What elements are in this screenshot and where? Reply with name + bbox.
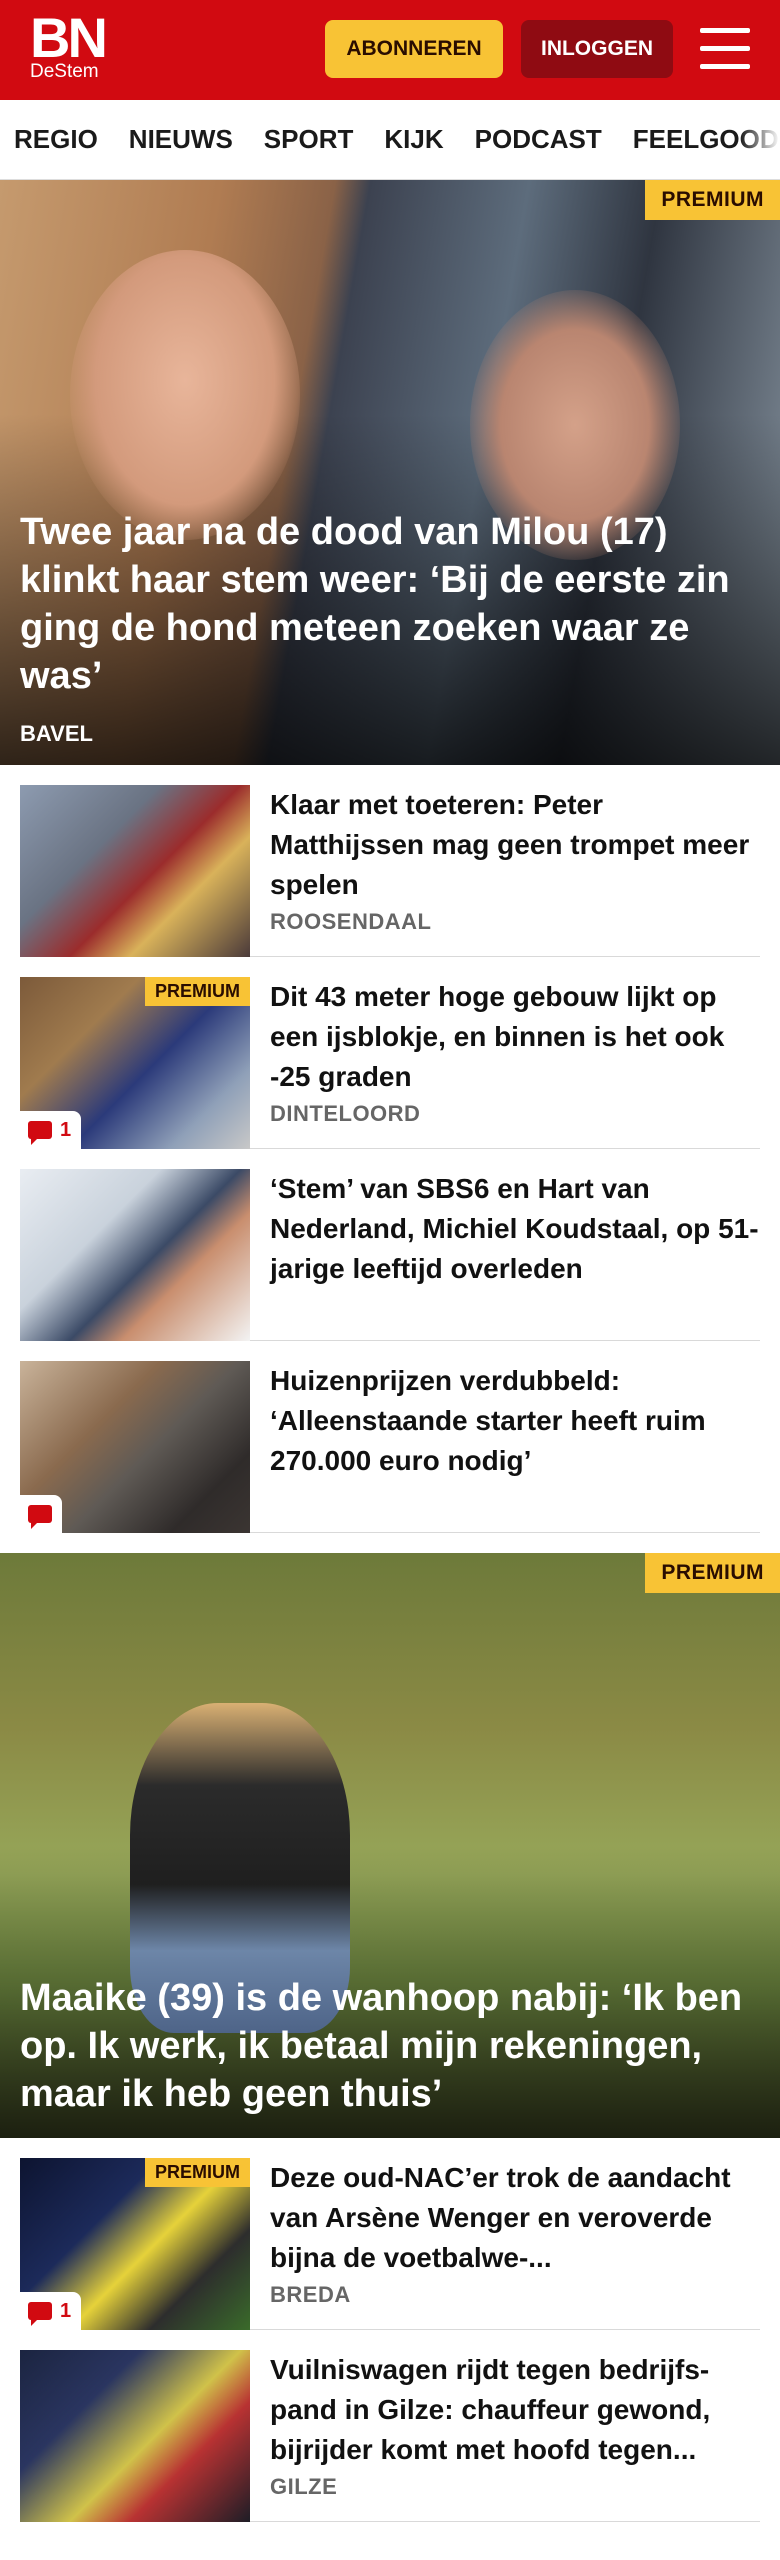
- hero-article[interactable]: PREMIUM Maaike (39) is de wanhoop nabij:…: [0, 1553, 780, 2138]
- article-title[interactable]: Dit 43 meter hoge gebouw lijkt op een ij…: [270, 977, 760, 1097]
- article-thumbnail: [20, 2350, 250, 2522]
- hero-photo-girl: [70, 250, 300, 540]
- list-item[interactable]: Huizenprijzen verdubbeld: ‘Alleenstaande…: [20, 1341, 760, 1533]
- premium-badge: PREMIUM: [645, 1553, 780, 1593]
- article-location: ROOSENDAAL: [270, 909, 432, 934]
- article-list: Klaar met toeteren: Peter Matthijssen ma…: [0, 765, 780, 1533]
- article-thumbnail: PREMIUM 1: [20, 2158, 250, 2330]
- premium-badge: PREMIUM: [145, 977, 250, 1006]
- article-title[interactable]: Klaar met toeteren: Peter Matthijssen ma…: [270, 785, 760, 905]
- article-thumbnail: [20, 1169, 250, 1341]
- comment-counter[interactable]: [20, 1495, 62, 1533]
- subscribe-button[interactable]: ABONNEREN: [325, 20, 503, 78]
- article-title[interactable]: Deze oud-NAC’er trok de aandacht van Ars…: [270, 2158, 760, 2278]
- nav-fade: [740, 100, 780, 179]
- article-title[interactable]: ‘Stem’ van SBS6 en Hart van Nederland, M…: [270, 1169, 760, 1289]
- logo-main: BN: [30, 6, 108, 69]
- comment-count: 1: [60, 1118, 72, 1141]
- list-item[interactable]: Klaar met toeteren: Peter Matthijssen ma…: [20, 765, 760, 957]
- nav-item-sport[interactable]: SPORT: [264, 124, 354, 155]
- nav-item-kijk[interactable]: KIJK: [384, 124, 443, 155]
- article-title[interactable]: Vuilniswagen rijdt tegen bedrijfs-pand i…: [270, 2350, 760, 2470]
- article-location: DINTELOORD: [270, 1101, 421, 1126]
- comment-icon: [28, 2302, 52, 2326]
- login-button[interactable]: INLOGGEN: [521, 20, 673, 78]
- article-location: BREDA: [270, 2282, 351, 2307]
- hero-article[interactable]: PREMIUM Twee jaar na de dood van Milou (…: [0, 180, 780, 765]
- comment-count: 1: [60, 2299, 72, 2322]
- section-nav: REGIO NIEUWS SPORT KIJK PODCAST FEELGOOD…: [0, 100, 780, 180]
- article-thumbnail: PREMIUM 1: [20, 977, 250, 1149]
- site-header: BN DeStem ABONNEREN INLOGGEN: [0, 0, 780, 100]
- nav-item-podcast[interactable]: PODCAST: [475, 124, 602, 155]
- hero-headline[interactable]: Twee jaar na de dood van Milou (17) klin…: [20, 508, 750, 700]
- article-list: PREMIUM 1 Deze oud-NAC’er trok de aandac…: [0, 2138, 780, 2522]
- premium-badge: PREMIUM: [645, 180, 780, 220]
- site-logo[interactable]: BN DeStem: [30, 6, 108, 82]
- article-thumbnail: [20, 785, 250, 957]
- premium-badge: PREMIUM: [145, 2158, 250, 2187]
- logo-sub: DeStem: [30, 61, 99, 82]
- list-item[interactable]: Vuilniswagen rijdt tegen bedrijfs-pand i…: [20, 2330, 760, 2522]
- comment-icon: [28, 1121, 52, 1145]
- list-item[interactable]: ‘Stem’ van SBS6 en Hart van Nederland, M…: [20, 1149, 760, 1341]
- list-item[interactable]: PREMIUM 1 Dit 43 meter hoge gebouw lijkt…: [20, 957, 760, 1149]
- comment-counter[interactable]: 1: [20, 2292, 82, 2330]
- hero-location: BAVEL: [20, 721, 93, 746]
- article-title[interactable]: Huizenprijzen verdubbeld: ‘Alleenstaande…: [270, 1361, 760, 1481]
- comment-icon: [28, 1505, 52, 1529]
- article-thumbnail: [20, 1361, 250, 1533]
- hamburger-menu-icon[interactable]: [700, 26, 750, 72]
- hero-headline[interactable]: Maaike (39) is de wanhoop nabij: ‘Ik ben…: [20, 1974, 750, 2118]
- list-item[interactable]: PREMIUM 1 Deze oud-NAC’er trok de aandac…: [20, 2138, 760, 2330]
- comment-counter[interactable]: 1: [20, 1111, 82, 1149]
- article-location: GILZE: [270, 2474, 338, 2499]
- nav-item-regio[interactable]: REGIO: [14, 124, 98, 155]
- nav-item-nieuws[interactable]: NIEUWS: [129, 124, 233, 155]
